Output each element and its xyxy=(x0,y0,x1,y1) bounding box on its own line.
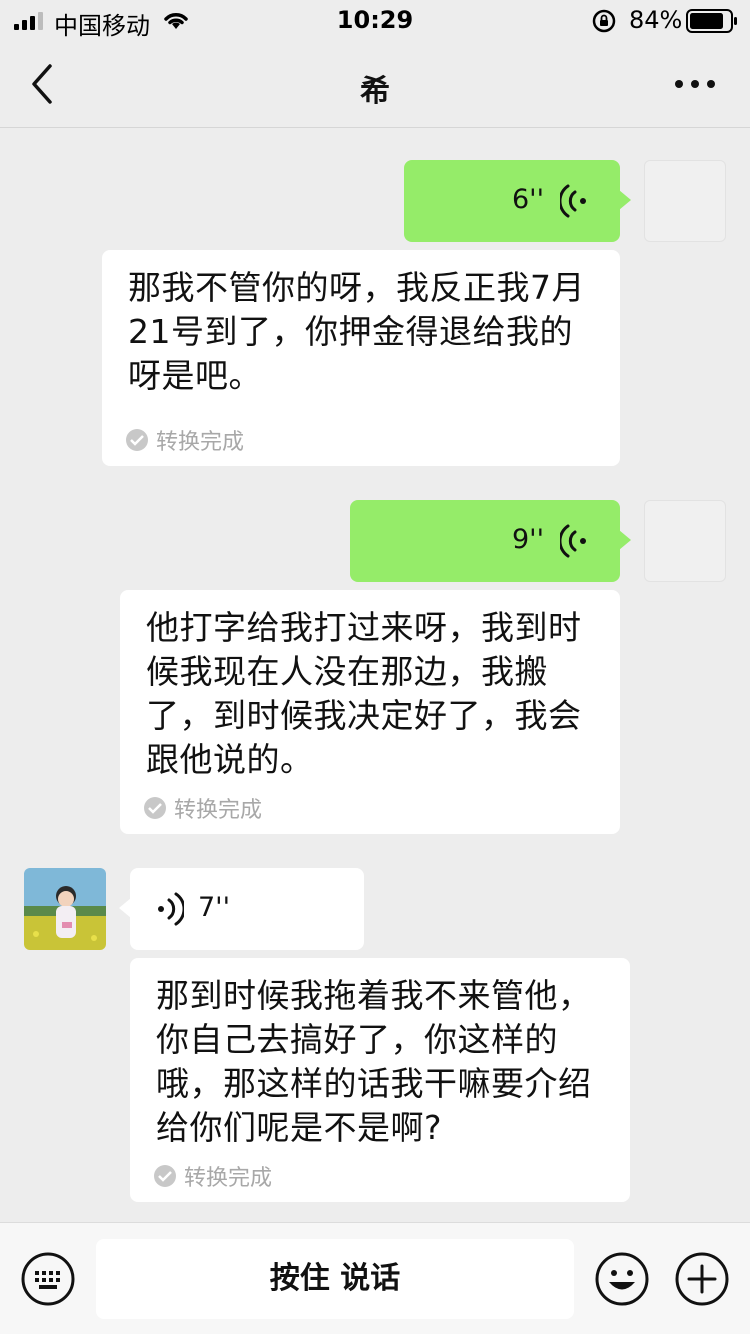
status-bar: 中国移动 10:29 84% xyxy=(0,0,750,40)
transcript-text: 他打字给我打过来呀，我到时候我现在人没在那边，我搬了，到时候我决定好了，我会跟他… xyxy=(146,608,582,779)
keyboard-icon[interactable] xyxy=(20,1251,76,1307)
convert-status: 转换完成 xyxy=(126,424,244,456)
check-icon xyxy=(154,1165,176,1187)
transcript-bubble: 那到时候我拖着我不来管他，你自己去搞好了，你这样的哦，那这样的话我干嘛要介绍给你… xyxy=(130,958,630,1202)
transcript-text: 那我不管你的呀，我反正我7月21号到了，你押金得退给我的呀是吧。 xyxy=(128,268,585,395)
convert-status-label: 转换完成 xyxy=(174,798,263,823)
convert-status: 转换完成 xyxy=(144,792,262,824)
voice-duration: 7'' xyxy=(198,892,231,923)
check-icon xyxy=(144,797,166,819)
voice-bubble-friend[interactable]: 7'' xyxy=(119,868,364,950)
voice-duration: 6'' xyxy=(512,184,545,215)
battery-icon xyxy=(686,9,737,33)
convert-status-label: 转换完成 xyxy=(184,1166,273,1191)
voice-duration: 9'' xyxy=(512,524,545,555)
avatar-friend[interactable] xyxy=(24,868,106,950)
more-dots-icon[interactable] xyxy=(670,70,720,98)
transcript-text: 那到时候我拖着我不来管他，你自己去搞好了，你这样的哦，那这样的话我干嘛要介绍给你… xyxy=(156,976,592,1147)
emoji-icon[interactable] xyxy=(594,1251,650,1307)
avatar-self[interactable] xyxy=(644,500,726,582)
convert-status: 转换完成 xyxy=(154,1160,272,1192)
nav-bar: 希 xyxy=(0,40,750,128)
battery-percent: 84% xyxy=(629,6,683,34)
avatar-self[interactable] xyxy=(644,160,726,242)
bubble-tail xyxy=(619,190,631,210)
bubble-tail xyxy=(619,530,631,550)
input-bar: 按住 说话 xyxy=(0,1222,750,1334)
bubble-tail xyxy=(119,898,131,918)
transcript-bubble: 他打字给我打过来呀，我到时候我现在人没在那边，我搬了，到时候我决定好了，我会跟他… xyxy=(120,590,620,834)
voice-bubble-self[interactable]: 9'' xyxy=(350,500,631,582)
rotation-lock-icon xyxy=(592,9,616,33)
chat-title: 希 xyxy=(360,74,390,109)
voice-bubble-self[interactable]: 6'' xyxy=(404,160,631,242)
voice-wave-icon xyxy=(560,184,586,218)
check-icon xyxy=(126,429,148,451)
plus-icon[interactable] xyxy=(674,1251,730,1307)
voice-wave-icon xyxy=(560,524,586,558)
transcript-bubble: 那我不管你的呀，我反正我7月21号到了，你押金得退给我的呀是吧。 转换完成 xyxy=(102,250,620,466)
avatar-photo xyxy=(24,868,106,950)
convert-status-label: 转换完成 xyxy=(156,430,245,455)
hold-to-talk-button[interactable]: 按住 说话 xyxy=(96,1239,574,1319)
voice-wave-icon xyxy=(158,892,184,926)
